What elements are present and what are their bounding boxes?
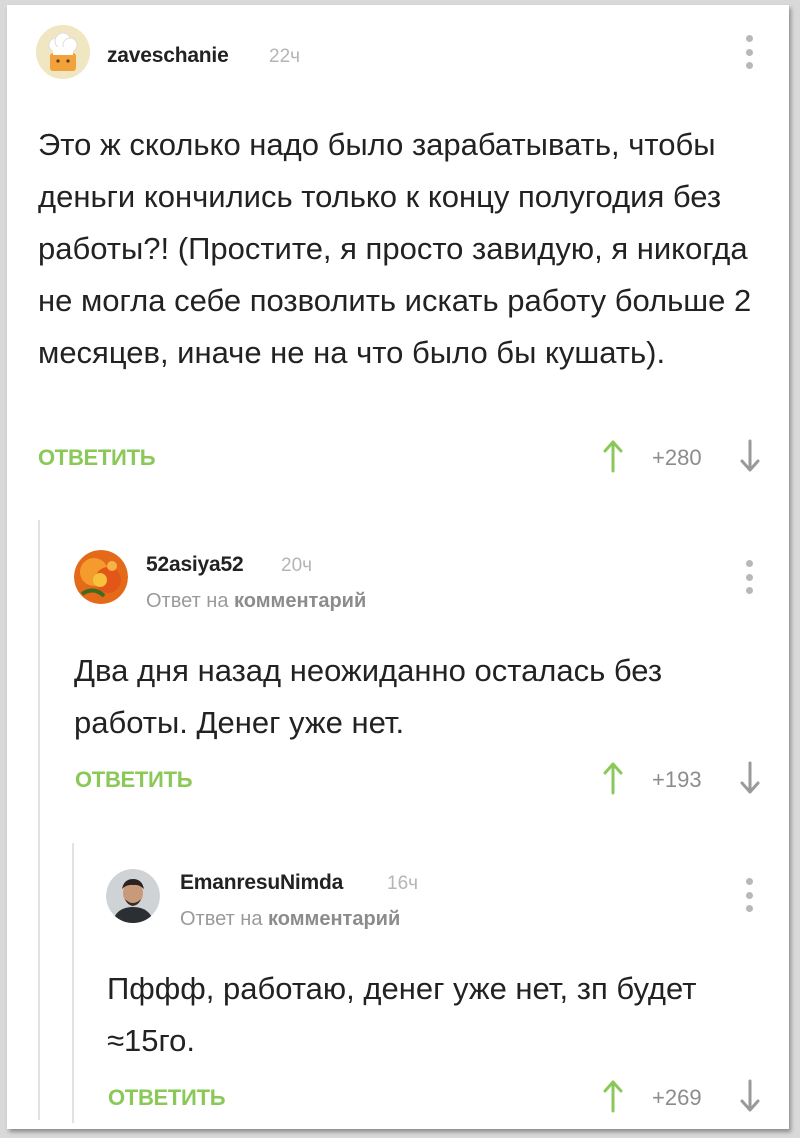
reply-to-link[interactable]: комментарий (268, 908, 400, 930)
man-portrait-avatar-icon (106, 869, 160, 923)
timestamp: 16ч (387, 873, 419, 894)
comment-emanresunimda: EmanresuNimda 16ч Ответ на комментарий П… (7, 5, 789, 1125)
reply-to-label: Ответ на комментарий (180, 908, 400, 931)
reply-button[interactable]: ОТВЕТИТЬ (108, 1085, 226, 1111)
comment-text: Пффф, работаю, денег уже нет, зп будет ≈… (107, 971, 697, 1058)
upvote-arrow-icon[interactable] (603, 1079, 623, 1113)
downvote-arrow-icon[interactable] (740, 1079, 760, 1113)
username[interactable]: EmanresuNimda (180, 871, 343, 895)
reply-to-prefix: Ответ на (180, 908, 263, 930)
comments-panel: zaveschanie 22ч Это ж сколько надо было … (7, 5, 789, 1129)
avatar[interactable] (106, 869, 160, 923)
more-menu-icon[interactable] (744, 878, 754, 912)
rating-score: +269 (652, 1085, 702, 1110)
